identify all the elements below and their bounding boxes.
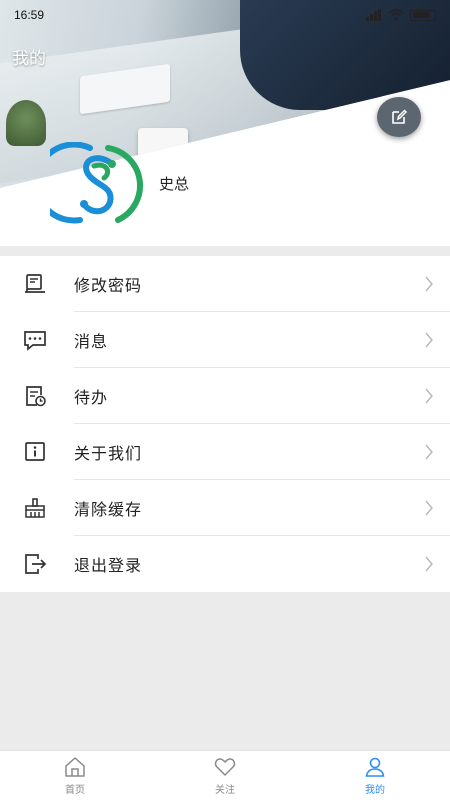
tab-label: 我的 [365,785,385,796]
menu-item-logout[interactable]: 退出登录 [0,536,450,592]
menu-label: 待办 [74,388,109,407]
user-name: 史总 [159,175,190,193]
tab-home[interactable]: 首页 [0,751,150,800]
page-title: 我的 [12,49,46,69]
wifi-icon [388,9,404,21]
logo-s-icon [33,141,143,224]
logout-icon [25,554,47,574]
menu-item-change-password[interactable]: 修改密码 [0,256,450,312]
chevron-right-icon [425,388,433,404]
edit-icon [392,109,408,124]
tab-mine[interactable]: 我的 [300,751,450,800]
chevron-right-icon [425,556,433,572]
chevron-right-icon [425,276,433,292]
menu-label: 清除缓存 [74,500,143,519]
status-time: 16:59 [14,8,45,22]
edit-profile-button[interactable] [377,97,421,137]
status-icons [366,9,436,21]
chevron-right-icon [425,332,433,348]
status-bar: 16:59 [14,6,436,24]
document-lock-icon [25,274,45,293]
tab-follow[interactable]: 关注 [150,751,300,800]
menu-item-todo[interactable]: 待办 [0,368,450,424]
battery-icon [410,9,436,21]
menu-item-about-us[interactable]: 关于我们 [0,424,450,480]
bottom-tab-bar: 首页 关注 我的 [0,750,450,800]
signal-icon [366,9,381,21]
chat-bubble-icon [24,331,46,351]
menu-item-clear-cache[interactable]: 清除缓存 [0,480,450,536]
menu-label: 消息 [74,332,109,351]
info-icon [25,442,45,461]
settings-menu: 修改密码 消息 待办 关于我们 清除缓存 退出登录 [0,256,450,592]
menu-item-messages[interactable]: 消息 [0,312,450,368]
tab-label: 关注 [215,785,235,796]
chevron-right-icon [425,500,433,516]
menu-label: 退出登录 [74,556,143,575]
avatar[interactable] [33,141,148,226]
home-icon [65,757,85,777]
user-icon [365,757,385,777]
broom-icon [25,498,45,518]
profile-header: 16:59 我的 史总 [0,0,450,246]
todo-clock-icon [26,386,46,407]
tab-label: 首页 [65,785,85,796]
menu-label: 关于我们 [74,444,143,463]
menu-label: 修改密码 [74,276,143,295]
banner-plant [6,100,46,146]
heart-icon [214,758,236,776]
chevron-right-icon [425,444,433,460]
